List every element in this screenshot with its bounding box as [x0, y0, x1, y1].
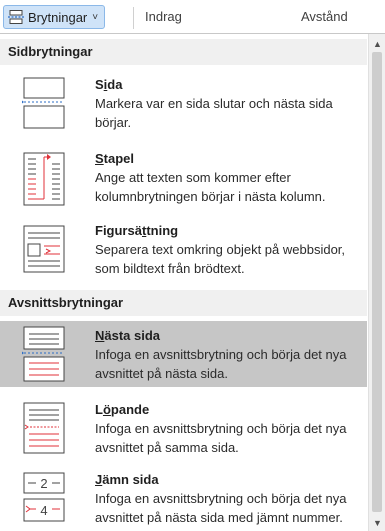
- breaks-button-label: Brytningar: [28, 9, 88, 25]
- menu-item-desc: avsnittet på samma sida.: [95, 440, 239, 455]
- scroll-down-arrow-icon[interactable]: ▼: [369, 515, 385, 531]
- breaks-dropdown-button[interactable]: Brytningar ˅: [3, 5, 106, 29]
- menu-item-desc: kolumnbrytningen börjar i nästa kolumn.: [95, 189, 326, 204]
- menu-item-desc: Infoga en avsnittsbrytning och börja det…: [95, 347, 347, 362]
- even-page-icon: 2 4: [22, 471, 68, 525]
- menu-item-text: Löpande Infoga en avsnittsbrytning och b…: [95, 401, 361, 457]
- column-break-icon: [22, 151, 68, 209]
- page-break-icon: [20, 76, 68, 130]
- menu-item-text: Sida Markera var en sida slutar och näst…: [95, 76, 361, 132]
- menu-item-desc: avsnittet på nästa sida.: [95, 366, 228, 381]
- next-page-icon: [20, 325, 68, 383]
- scroll-up-arrow-icon[interactable]: ▲: [369, 36, 385, 53]
- menu-item-desc: avsnittet på nästa sida med jämnt nummer…: [95, 510, 343, 525]
- menu-item-page[interactable]: Sida Markera var en sida slutar och näst…: [0, 70, 367, 136]
- menu-item-desc: Markera var en sida slutar och nästa sid…: [95, 96, 333, 111]
- menu-item-title: Figursättning: [95, 223, 179, 238]
- menu-item-title: Nästa sida: [95, 328, 161, 343]
- menu-item-desc: som bildtext från brödtext.: [95, 261, 245, 276]
- text-wrapping-icon: [22, 224, 68, 280]
- menu-item-title: Sida: [95, 77, 123, 92]
- menu-item-text: Nästa sida Infoga en avsnittsbrytning oc…: [95, 327, 361, 383]
- menu-item-title: Löpande: [95, 402, 150, 417]
- menu-item-column[interactable]: Stapel Ange att texten som kommer efter …: [0, 147, 367, 213]
- menu-item-next-page[interactable]: Nästa sida Infoga en avsnittsbrytning oc…: [0, 321, 367, 387]
- page-breaks-header: Sidbrytningar: [0, 39, 367, 65]
- menu-item-desc: Infoga en avsnittsbrytning och börja det…: [95, 491, 347, 506]
- spacing-label[interactable]: Avstånd: [301, 9, 348, 24]
- breaks-menu: Sidbrytningar Sida Markera var en sida s…: [0, 33, 385, 531]
- breaks-icon: [8, 10, 24, 24]
- menu-scrollbar[interactable]: ▲ ▼: [368, 34, 385, 531]
- indent-label[interactable]: Indrag: [145, 9, 182, 24]
- menu-item-continuous[interactable]: Löpande Infoga en avsnittsbrytning och b…: [0, 395, 367, 461]
- ribbon: Brytningar ˅ Indrag Avstånd: [0, 0, 385, 37]
- menu-item-text: Stapel Ange att texten som kommer efter …: [95, 150, 361, 206]
- chevron-down-icon: ˅: [92, 11, 99, 23]
- even-bottom-number: 4: [40, 503, 47, 518]
- menu-item-desc: börjar.: [95, 115, 132, 130]
- continuous-icon: [22, 401, 68, 455]
- menu-item-title: Jämn sida: [95, 472, 159, 487]
- ribbon-divider: [133, 7, 134, 29]
- menu-item-text: Figursättning Separera text omkring obje…: [95, 222, 361, 278]
- menu-item-text-wrapping[interactable]: Figursättning Separera text omkring obje…: [0, 220, 367, 284]
- menu-item-even-page[interactable]: 2 4 Jämn sida Infoga en avsnittsbrytning…: [0, 466, 367, 531]
- scrollbar-thumb[interactable]: [372, 52, 382, 512]
- menu-item-title: Stapel: [95, 151, 135, 166]
- even-top-number: 2: [40, 476, 47, 491]
- menu-item-desc: Separera text omkring objekt på webbsido…: [95, 242, 346, 257]
- menu-item-desc: Infoga en avsnittsbrytning och börja det…: [95, 421, 347, 436]
- menu-item-desc: Ange att texten som kommer efter: [95, 170, 291, 185]
- menu-content: Sidbrytningar Sida Markera var en sida s…: [0, 34, 367, 531]
- menu-item-text: Jämn sida Infoga en avsnittsbrytning och…: [95, 471, 361, 527]
- section-breaks-header: Avsnittsbrytningar: [0, 290, 367, 316]
